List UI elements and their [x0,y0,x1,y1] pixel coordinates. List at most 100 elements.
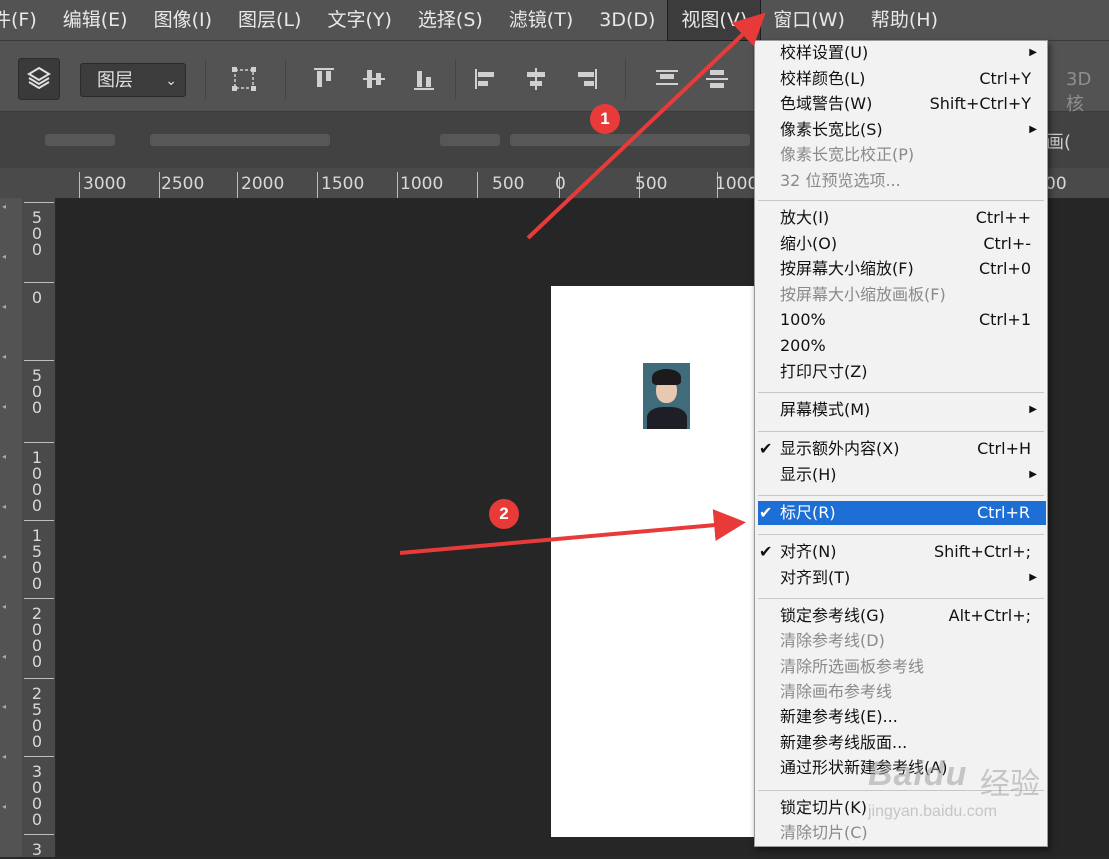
3d-mode-label[interactable]: 3D 核 [1066,69,1109,116]
menu-item-label: 放大(I) [780,208,830,227]
menu-item-shortcut: Ctrl+Y [979,68,1031,88]
menu-item-label: 清除切片(C) [780,823,868,842]
view-menu-item[interactable]: 校样颜色(L) Ctrl+Y [755,67,1047,91]
align-bottom-icon[interactable] [410,65,438,93]
panel-collapse-icon: ◂ [2,202,7,211]
menu-item[interactable]: 图层(L) [225,0,314,40]
auto-select-dropdown[interactable]: 图层 ⌄ [80,63,186,97]
menu-item-shortcut: Shift+Ctrl+Y [929,94,1031,114]
ruler-label: 0 [31,398,43,417]
view-menu-item[interactable]: 锁定参考线(G) Alt+Ctrl+; [755,604,1047,628]
view-menu-item[interactable]: 按屏幕大小缩放(F) Ctrl+0 [755,257,1047,281]
align-horizontal-center-icon[interactable] [522,65,550,93]
menu-item[interactable]: 件(F) [0,0,50,40]
view-menu-item[interactable]: 清除所选画板参考线 [755,655,1047,679]
menu-item-label: 色域警告(W) [780,94,873,114]
panel-collapse-icon: ◂ [2,702,7,711]
view-menu-item[interactable]: 100% Ctrl+1 [755,308,1047,332]
menu-item[interactable]: 文字(Y) [314,0,404,40]
checkmark-icon: ✔ [759,503,773,522]
ruler-label: 1500 [321,174,365,194]
menu-item[interactable]: 视图(V) [667,0,762,41]
view-menu-item[interactable]: 按屏幕大小缩放画板(F) [755,283,1047,307]
view-menu-item[interactable]: ✔ 显示额外内容(X) Ctrl+H [755,437,1047,461]
menu-item[interactable]: 3D(D) [586,0,668,40]
ruler-label: 500 [492,174,525,194]
menu-item-shortcut: Ctrl+R [977,503,1030,522]
panel-collapse-icon: ◂ [2,452,7,461]
blurred-tab-text [510,134,750,146]
menu-item-shortcut: Ctrl+1 [978,310,1031,330]
view-menu-item[interactable]: 校样设置(U) ▶ [755,41,1047,65]
panel-collapse-icon: ◂ [2,402,7,411]
view-menu-item[interactable]: 放大(I) Ctrl++ [755,206,1047,230]
checkmark-icon: ✔ [759,439,773,458]
menu-item[interactable]: 帮助(H) [858,0,951,40]
align-top-icon[interactable] [310,65,338,93]
ruler-tick [24,598,54,599]
menu-separator [758,495,1044,496]
view-menu-item[interactable]: 对齐到(T) ▶ [755,566,1047,590]
checkmark-icon: ✔ [759,542,773,561]
menu-item-label: 清除画布参考线 [780,681,893,701]
menu-item[interactable]: 滤镜(T) [496,0,586,40]
view-menu-item[interactable]: 像素长宽比(S) ▶ [755,118,1047,142]
toolbar-divider [285,59,286,99]
menu-separator [758,598,1044,599]
align-left-icon[interactable] [472,65,500,93]
distribute-center-icon[interactable] [703,65,731,93]
ruler-label: 0 [31,652,43,671]
ruler-label: 0 [31,496,43,515]
view-menu-item[interactable]: 色域警告(W) Shift+Ctrl+Y [755,92,1047,116]
menu-item-label: 标尺(R) [780,503,836,522]
vertical-ruler[interactable]: 5000500100015002000250030003 [22,198,56,858]
menu-item-label: 200% [780,336,826,355]
menu-item-label: 缩小(O) [780,233,838,253]
menu-item-label: 显示(H) [780,464,837,484]
view-menu-item[interactable]: 清除参考线(D) [755,629,1047,653]
menu-separator [758,392,1044,393]
ruler-label: 0 [31,240,43,259]
menu-item[interactable]: 窗口(W) [760,0,858,40]
view-menu-item[interactable]: 清除画布参考线 [755,680,1047,704]
panel-collapse-icon: ◂ [2,802,7,811]
view-menu-item[interactable]: 显示(H) ▶ [755,463,1047,487]
ruler-tick [24,756,54,757]
panel-collapse-icon: ◂ [2,252,7,261]
view-menu-item[interactable]: 屏幕模式(M) ▶ [755,398,1047,422]
move-tool-icon[interactable] [18,58,60,100]
panel-collapse-icon: ◂ [2,302,7,311]
submenu-arrow-icon: ▶ [1029,468,1037,480]
ruler-tick [24,360,54,361]
ruler-label: 1000 [400,174,444,194]
menu-item-label: 按屏幕大小缩放画板(F) [780,284,946,304]
ruler-tick [79,172,80,198]
menu-bar: 件(F) 编辑(E) 图像(I) 图层(L) 文字(Y) 选择(S) 滤镜(T) 3D(D) 视… [0,0,1109,41]
view-menu-item[interactable]: 32 位预览选项... [755,169,1047,193]
blurred-tab-text [150,134,330,146]
blurred-tab-text [440,134,500,146]
view-menu-item[interactable]: 像素长宽比校正(P) [755,143,1047,167]
watermark-cn: 经验 [980,768,1040,801]
blurred-tab-text [45,134,115,146]
panel-collapse-icon: ◂ [2,502,7,511]
view-menu-item[interactable]: 200% [755,334,1047,358]
view-menu-item[interactable]: 打印尺寸(Z) [755,360,1047,384]
toolbar-divider [205,59,206,99]
tool-panel-strip: ◂ ◂ ◂ ◂ ◂ ◂ ◂ ◂ ◂ ◂ ◂ ◂ ◂ [0,198,23,857]
view-menu-item[interactable]: ✔ 对齐(N) Shift+Ctrl+; [755,540,1047,564]
view-menu-item[interactable]: ✔ 标尺(R) Ctrl+R [758,501,1046,525]
view-menu-item[interactable]: 缩小(O) Ctrl+- [755,232,1047,256]
ruler-tick [24,678,54,679]
menu-item-shortcut: Alt+Ctrl+; [948,606,1031,625]
menu-item-label: 锁定切片(K) [780,798,867,817]
menu-item[interactable]: 图像(I) [141,0,225,40]
transform-controls-icon[interactable] [230,65,258,93]
menu-item[interactable]: 选择(S) [405,0,496,40]
distribute-top-icon[interactable] [653,65,681,93]
menu-item[interactable]: 编辑(E) [50,0,141,40]
view-menu-item[interactable]: 新建参考线(E)... [755,705,1047,729]
align-right-icon[interactable] [572,65,600,93]
menu-item-shortcut: Shift+Ctrl+; [933,542,1031,561]
align-vertical-center-icon[interactable] [360,65,388,93]
